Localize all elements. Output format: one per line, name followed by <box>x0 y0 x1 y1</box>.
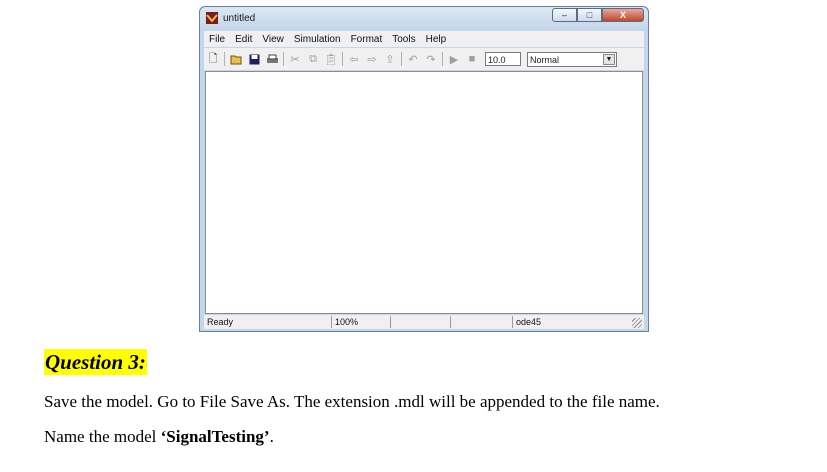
instruction-prefix: Name the model <box>44 427 161 446</box>
menu-bar: File Edit View Simulation Format Tools H… <box>204 31 644 47</box>
menu-edit[interactable]: Edit <box>230 34 257 45</box>
resize-grip-icon[interactable] <box>632 318 642 328</box>
menu-help[interactable]: Help <box>421 34 452 45</box>
title-bar[interactable]: untitled – □ X <box>200 7 648 31</box>
back-icon[interactable]: ⇦ <box>345 51 363 67</box>
menu-view[interactable]: View <box>257 34 289 45</box>
forward-icon[interactable]: ⇨ <box>363 51 381 67</box>
model-name: ‘SignalTesting’ <box>160 427 270 446</box>
toolbar-separator <box>342 52 343 66</box>
toolbar: 🗋 ✂ ⧉ 📋︎ ⇦ ⇨ ⇧ ↶ ↷ ▶ ■ 10.0 Normal ▼ <box>204 48 644 70</box>
question-heading: Question 3: <box>44 349 147 375</box>
menu-simulation[interactable]: Simulation <box>289 34 346 45</box>
copy-icon[interactable]: ⧉ <box>304 51 322 67</box>
undo-icon[interactable]: ↶ <box>404 51 422 67</box>
instruction-line-2: Name the model ‘SignalTesting’. <box>44 427 274 447</box>
simulink-app-icon <box>206 12 218 24</box>
open-icon[interactable] <box>227 51 245 67</box>
toolbar-separator <box>224 52 225 66</box>
toolbar-separator <box>401 52 402 66</box>
up-icon[interactable]: ⇧ <box>381 51 399 67</box>
toolbar-separator <box>283 52 284 66</box>
cut-icon[interactable]: ✂ <box>286 51 304 67</box>
status-ready: Ready <box>207 317 234 327</box>
redo-icon[interactable]: ↷ <box>422 51 440 67</box>
window-controls: – □ X <box>552 8 644 24</box>
minimize-button[interactable]: – <box>552 8 577 22</box>
status-empty-field <box>390 316 450 328</box>
simulink-window: untitled – □ X File Edit View Simulation… <box>199 6 649 332</box>
play-icon[interactable]: ▶ <box>445 51 463 67</box>
close-button[interactable]: X <box>602 8 644 22</box>
menu-tools[interactable]: Tools <box>387 34 420 45</box>
maximize-button[interactable]: □ <box>577 8 602 22</box>
paste-icon[interactable]: 📋︎ <box>322 51 340 67</box>
status-zoom: 100% <box>331 316 358 328</box>
simulation-mode-value: Normal <box>530 54 560 65</box>
status-bar: Ready 100% ode45 <box>204 315 644 329</box>
chevron-down-icon[interactable]: ▼ <box>603 53 615 65</box>
toolbar-separator <box>442 52 443 66</box>
instruction-line-1: Save the model. Go to File Save As. The … <box>44 392 660 411</box>
new-icon[interactable]: 🗋 <box>204 51 222 67</box>
stop-icon[interactable]: ■ <box>463 51 481 67</box>
print-icon[interactable] <box>263 51 281 67</box>
simulation-mode-select[interactable]: Normal ▼ <box>527 51 617 67</box>
menu-file[interactable]: File <box>204 34 230 45</box>
stop-time-input[interactable]: 10.0 <box>485 52 521 66</box>
status-empty-field <box>450 316 514 328</box>
window-title: untitled <box>223 13 256 24</box>
status-solver: ode45 <box>512 316 541 328</box>
save-icon[interactable] <box>245 51 263 67</box>
instruction-suffix: . <box>269 427 274 446</box>
model-canvas[interactable] <box>205 71 643 314</box>
menu-format[interactable]: Format <box>346 34 388 45</box>
